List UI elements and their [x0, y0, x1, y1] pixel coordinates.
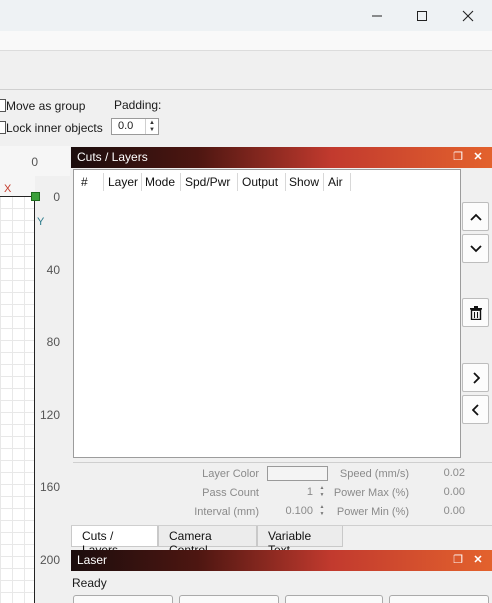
power-max-label: Power Max (%) [333, 487, 409, 499]
move-layer-down-button[interactable] [462, 234, 489, 263]
column-header[interactable]: Layer [108, 175, 138, 189]
laser-button[interactable] [389, 595, 489, 603]
axis-x-label: X [4, 183, 12, 195]
interval-value: 0.100 [285, 505, 313, 517]
maximize-icon [417, 10, 427, 21]
spin-up-icon[interactable]: ▲ [146, 119, 158, 127]
spin-arrows-icon[interactable]: ▲ ▼ [317, 485, 327, 500]
move-down-icon [469, 244, 482, 252]
ruler-mark: 120 [39, 408, 60, 422]
close-button[interactable] [445, 0, 491, 31]
ruler-top-value: 0 [31, 155, 38, 169]
spin-arrows-icon[interactable]: ▲ ▼ [317, 504, 327, 519]
menu-strip [0, 31, 492, 51]
ruler-mark: 80 [46, 335, 60, 349]
speed-field[interactable]: 0.02 [413, 466, 479, 481]
close-icon [462, 10, 474, 21]
canvas-grid[interactable] [0, 196, 35, 603]
arrow-right-icon [472, 371, 480, 384]
power-min-field[interactable]: 0.00 [413, 504, 479, 519]
power-min-label: Power Min (%) [336, 506, 409, 518]
move-as-group-label: Move as group [6, 99, 86, 113]
maximize-button[interactable] [399, 0, 445, 31]
column-header[interactable]: Air [328, 175, 343, 189]
laser-title: Laser [77, 553, 108, 567]
layer-color-label: Layer Color [202, 468, 259, 480]
table-header: # Layer Mode Spd/Pwr Output Show Air [74, 170, 460, 194]
laser-status: Ready [72, 576, 107, 590]
layers-table[interactable]: # Layer Mode Spd/Pwr Output Show Air [73, 169, 461, 458]
padding-value: 0.0 [118, 120, 134, 132]
ruler-mark: 40 [46, 263, 60, 277]
laser-button[interactable] [73, 595, 173, 603]
pass-count-value: 1 [306, 486, 313, 498]
padding-label: Padding: [114, 98, 162, 112]
power-max-value: 0.00 [443, 486, 465, 498]
ruler-mark: 0 [53, 190, 60, 204]
padding-stepper[interactable]: ▲ ▼ [145, 119, 158, 134]
canvas-top-border [0, 196, 34, 197]
power-min-value: 0.00 [443, 505, 465, 517]
move-up-icon [469, 213, 482, 221]
lock-inner-objects-label: Lock inner objects [6, 121, 103, 135]
float-panel-icon[interactable]: ❐ [451, 553, 465, 567]
tab-camera-control[interactable]: Camera Control [158, 526, 257, 557]
move-layer-up-button[interactable] [462, 202, 489, 231]
float-panel-icon[interactable]: ❐ [451, 150, 465, 164]
tab-cuts-layers[interactable]: Cuts / Layers [71, 526, 158, 557]
minimize-button[interactable] [354, 0, 400, 31]
speed-value: 0.02 [443, 467, 465, 479]
panel-tabs: Cuts / Layers Camera Control Variable Te… [71, 525, 492, 557]
axis-y-label: Y [37, 216, 45, 228]
column-header[interactable]: Show [289, 175, 319, 189]
power-max-field[interactable]: 0.00 [413, 485, 479, 500]
pass-count-label: Pass Count [202, 487, 259, 499]
pass-count-spinbox[interactable]: 1 ▲ ▼ [267, 485, 329, 500]
interval-label: Interval (mm) [194, 506, 259, 518]
layer-color-swatch[interactable] [267, 466, 328, 481]
arrow-left-icon [471, 403, 479, 416]
laser-button[interactable] [285, 595, 383, 603]
laser-header: Laser ❐ ✕ [71, 550, 492, 571]
delete-icon [469, 305, 482, 320]
cuts-layers-header: Cuts / Layers ❐ ✕ [71, 147, 492, 168]
close-panel-icon[interactable]: ✕ [471, 553, 485, 567]
laser-button[interactable] [179, 595, 279, 603]
column-header[interactable]: Output [242, 175, 278, 189]
speed-label: Speed (mm/s) [339, 468, 409, 480]
arrow-left-button[interactable] [462, 395, 489, 424]
layer-properties: Layer Color Pass Count 1 ▲ ▼ Interval (mm… [73, 462, 492, 522]
delete-layer-button[interactable] [462, 298, 489, 327]
interval-spinbox[interactable]: 0.100 ▲ ▼ [267, 504, 329, 519]
cuts-layers-title: Cuts / Layers [77, 150, 148, 164]
padding-spinbox[interactable]: 0.0 ▲ ▼ [111, 118, 159, 135]
minimize-icon [372, 15, 382, 16]
ruler-mark: 200 [39, 553, 60, 567]
window-title-bar [0, 0, 492, 31]
column-header[interactable]: Mode [145, 175, 175, 189]
column-header[interactable]: # [81, 175, 88, 189]
spin-down-icon[interactable]: ▼ [146, 127, 158, 135]
ruler-mark: 160 [39, 480, 60, 494]
toolbar [0, 52, 492, 90]
arrow-right-button[interactable] [462, 363, 489, 392]
close-panel-icon[interactable]: ✕ [471, 150, 485, 164]
vertical-ruler [35, 176, 70, 603]
tab-variable-text[interactable]: Variable Text [257, 526, 343, 557]
column-header[interactable]: Spd/Pwr [185, 175, 230, 189]
